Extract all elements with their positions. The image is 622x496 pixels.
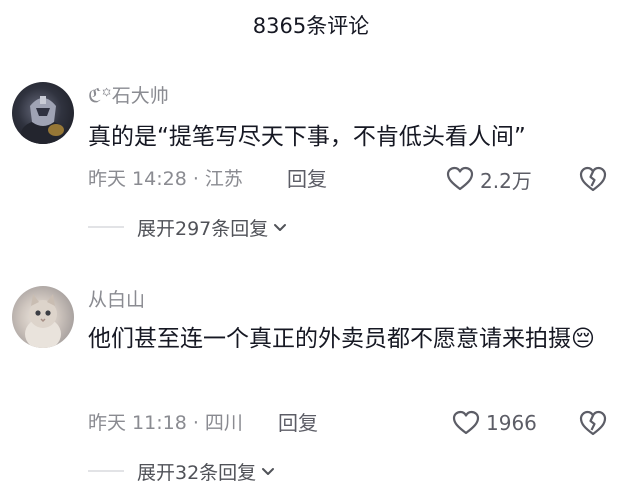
dislike-button[interactable] — [578, 164, 608, 194]
reply-button[interactable]: 回复 — [278, 408, 318, 438]
expand-replies-label: 展开32条回复 — [137, 461, 257, 484]
divider-line — [88, 226, 124, 228]
comment-time-location: 昨天 14:28 · 江苏 — [88, 168, 243, 190]
broken-heart-icon — [579, 166, 607, 192]
comment-username[interactable]: 从白山 — [88, 286, 145, 314]
comment-meta: 昨天 11:18 · 四川 回复 — [88, 408, 318, 438]
like-count: 1966 — [486, 411, 537, 435]
avatar[interactable] — [12, 286, 74, 348]
expand-replies-button[interactable]: 展开297条回复 — [88, 212, 288, 242]
like-button[interactable]: 2.2万 — [446, 164, 532, 194]
heart-outline-icon — [446, 166, 474, 191]
chevron-down-icon — [274, 224, 287, 231]
comment-text: 他们甚至连一个真正的外卖员都不愿意请来拍摄😔 — [88, 326, 595, 352]
comment-username[interactable]: ℭ꙳石大帅 — [88, 82, 169, 110]
avatar-figure-icon — [21, 96, 65, 144]
like-button[interactable]: 1966 — [452, 408, 537, 438]
expand-replies-button[interactable]: 展开32条回复 — [88, 456, 276, 486]
comments-count-title: 8365条评论 — [252, 14, 370, 38]
divider-line — [88, 470, 124, 472]
reply-button[interactable]: 回复 — [287, 164, 327, 194]
like-count: 2.2万 — [480, 168, 532, 193]
avatar-kitten-icon — [25, 294, 61, 348]
avatar[interactable] — [12, 82, 74, 144]
broken-heart-icon — [579, 410, 607, 436]
dislike-button[interactable] — [578, 408, 608, 438]
comment-meta: 昨天 14:28 · 江苏 回复 — [88, 164, 327, 194]
comment-time-location: 昨天 11:18 · 四川 — [88, 412, 243, 434]
chevron-down-icon — [262, 468, 275, 475]
heart-outline-icon — [452, 410, 480, 435]
comment-text: 真的是“提笔写尽天下事，不肯低头看人间” — [88, 124, 526, 150]
expand-replies-label: 展开297条回复 — [137, 217, 269, 240]
